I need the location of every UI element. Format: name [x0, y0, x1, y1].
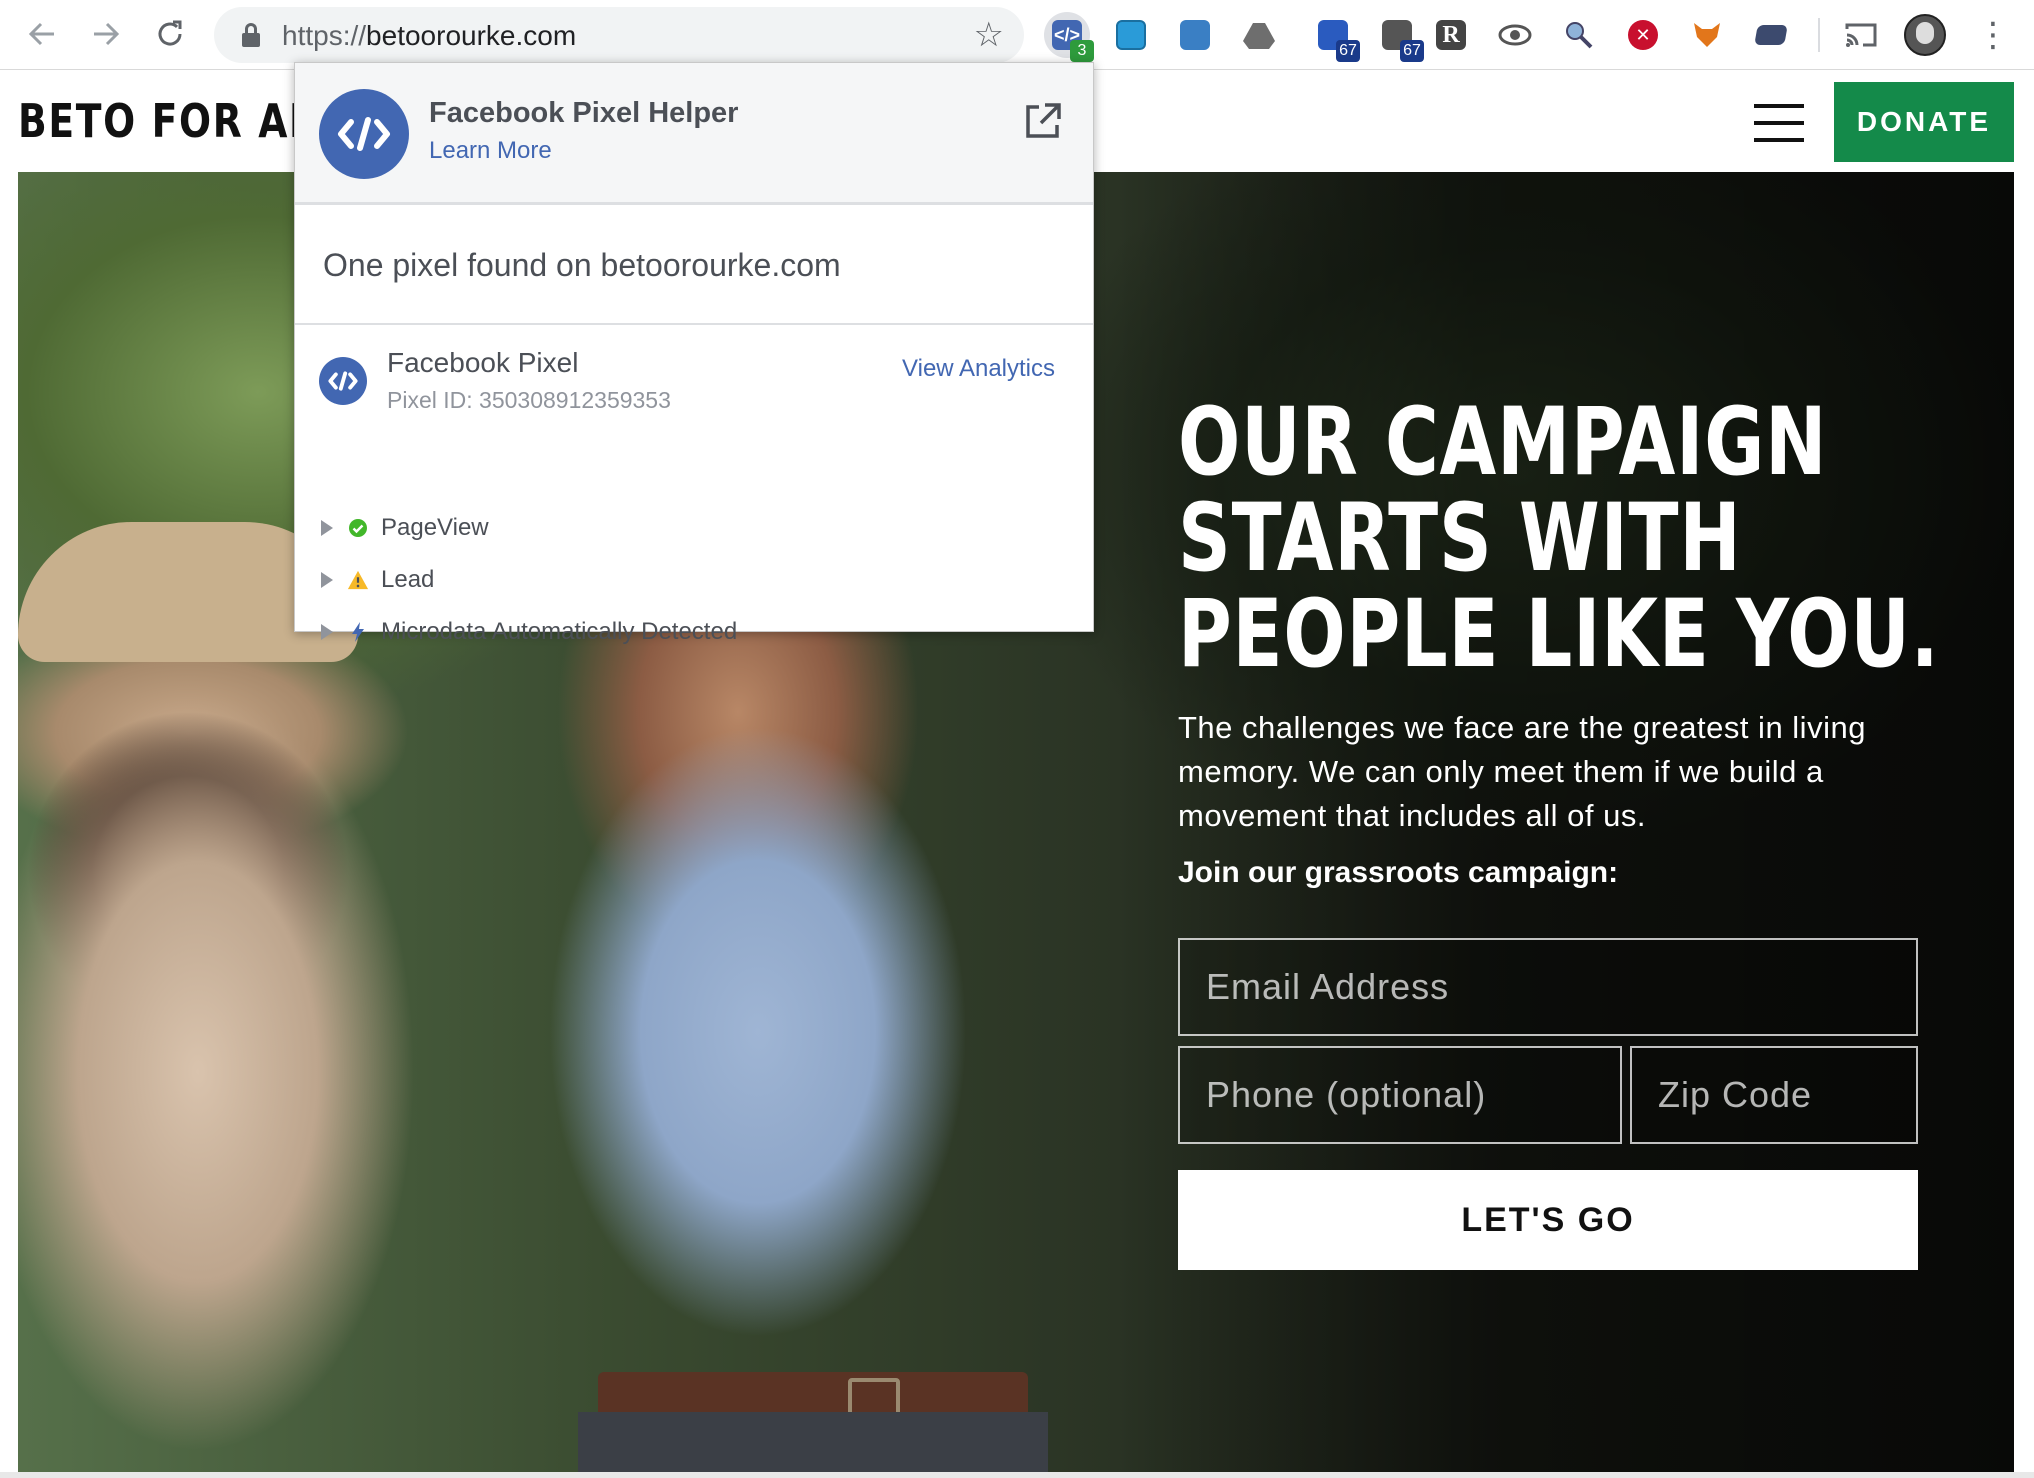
open-external-icon[interactable]	[1023, 101, 1063, 141]
warning-triangle-icon	[347, 569, 369, 591]
browser-toolbar: https://betoorourke.com ☆ </> 3 67 67 R …	[0, 0, 2034, 70]
reload-icon	[158, 20, 182, 46]
window-extension[interactable]	[1108, 12, 1154, 58]
donate-button[interactable]: DONATE	[1834, 82, 2014, 162]
event-label: Lead	[381, 566, 435, 593]
popup-header: Facebook Pixel Helper Learn More	[295, 63, 1093, 205]
hero-headline: OUR CAMPAIGN STARTS WITH PEOPLE LIKE YOU…	[1178, 388, 1940, 689]
url-host: betoorourke.com	[366, 20, 577, 51]
check-circle-icon	[347, 517, 369, 539]
screenshot-icon	[1180, 20, 1210, 50]
profile-avatar[interactable]	[1904, 14, 1946, 56]
url-scheme: https://	[282, 20, 367, 51]
event-row-microdata[interactable]: Microdata Automatically Detected	[321, 614, 737, 650]
lock-icon[interactable]	[242, 23, 260, 47]
toolbar-separator	[1818, 18, 1820, 52]
headline-line: PEOPLE LIKE YOU.	[1178, 580, 1940, 689]
facebook-pixel-helper-extension[interactable]: </> 3	[1044, 12, 1094, 62]
join-label: Join our grassroots campaign:	[1178, 856, 1619, 889]
card-icon	[1754, 25, 1788, 45]
drive-extension[interactable]	[1236, 12, 1282, 58]
address-bar[interactable]: https://betoorourke.com ☆	[214, 7, 1024, 63]
forward-button[interactable]	[86, 14, 126, 54]
r-letter-icon: R	[1436, 20, 1466, 50]
phone-field[interactable]	[1178, 1046, 1622, 1144]
arrow-right-icon	[94, 22, 120, 46]
sitemap-extension[interactable]: 67	[1374, 12, 1424, 62]
event-label: Microdata Automatically Detected	[381, 618, 738, 645]
url-text[interactable]: https://betoorourke.com	[282, 20, 576, 52]
hero-subtext: The challenges we face are the greatest …	[1178, 710, 1866, 833]
popup-divider	[295, 323, 1093, 325]
blocker-extension[interactable]: ✕	[1620, 12, 1666, 58]
popup-title: Facebook Pixel Helper	[429, 97, 739, 129]
fox-icon	[1694, 23, 1720, 47]
page-bottom-edge	[0, 1472, 2034, 1478]
more-menu-icon[interactable]: ⋮	[1976, 14, 2010, 56]
lets-go-button[interactable]: LET'S GO	[1178, 1170, 1918, 1270]
bookmark-star-icon[interactable]: ☆	[974, 15, 1004, 55]
cast-icon	[1845, 23, 1877, 47]
expand-triangle-icon[interactable]	[321, 572, 333, 588]
arrow-left-icon	[28, 22, 54, 46]
expand-triangle-icon[interactable]	[321, 520, 333, 536]
hero-photo-trousers	[578, 1412, 1048, 1472]
window-icon	[1116, 20, 1146, 50]
event-row-pageview[interactable]: PageView	[321, 510, 489, 546]
pixel-code-icon	[319, 357, 367, 405]
zip-field[interactable]	[1630, 1046, 1918, 1144]
tag-extension[interactable]: 67	[1310, 12, 1360, 62]
headline-line: STARTS WITH	[1178, 484, 1742, 593]
event-label: PageView	[381, 514, 489, 541]
pixels-found-text: One pixel found on betoorourke.com	[323, 247, 841, 283]
learn-more-link[interactable]: Learn More	[429, 137, 552, 165]
expand-triangle-icon[interactable]	[321, 624, 333, 640]
drive-icon	[1243, 23, 1275, 49]
reload-button[interactable]	[150, 14, 190, 54]
pixel-helper-popup: Facebook Pixel Helper Learn More One pix…	[294, 62, 1094, 645]
extension-badge: 67	[1400, 40, 1424, 62]
card-extension[interactable]	[1748, 12, 1794, 58]
hamburger-menu-icon[interactable]	[1754, 104, 1804, 142]
back-button[interactable]	[22, 14, 62, 54]
eye-icon	[1498, 24, 1532, 46]
search-extension[interactable]	[1556, 12, 1602, 58]
pixel-id: Pixel ID: 350308912359353	[387, 387, 671, 413]
view-analytics-link[interactable]: View Analytics	[902, 355, 1055, 383]
fox-extension[interactable]	[1684, 12, 1730, 58]
email-field[interactable]	[1178, 938, 1918, 1036]
lightning-bolt-icon	[347, 621, 369, 643]
block-icon: ✕	[1628, 20, 1658, 50]
screenshot-extension[interactable]	[1172, 12, 1218, 58]
headline-line: OUR CAMPAIGN	[1178, 388, 1828, 497]
cast-button[interactable]	[1838, 12, 1884, 58]
extension-badge: 67	[1336, 40, 1360, 62]
eye-extension[interactable]	[1492, 12, 1538, 58]
event-row-lead[interactable]: Lead	[321, 562, 434, 598]
pixel-name: Facebook Pixel	[387, 347, 579, 378]
magnifier-icon	[1566, 22, 1593, 49]
r-extension[interactable]: R	[1428, 12, 1474, 58]
pixel-helper-logo-icon	[319, 89, 409, 179]
extension-badge: 3	[1070, 40, 1094, 62]
